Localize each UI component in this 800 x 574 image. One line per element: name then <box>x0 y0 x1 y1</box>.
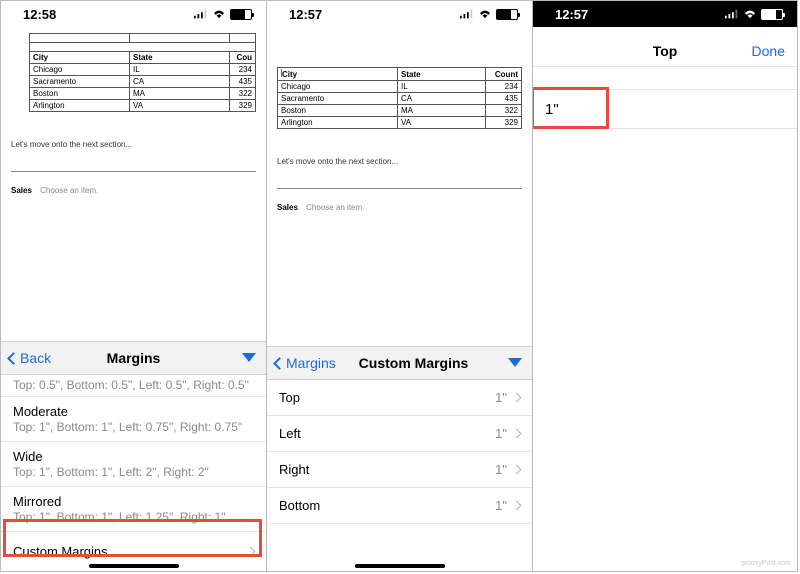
screenshot-3-top-value: 12:57 Top Done 1" groovyPost.com <box>533 1 797 571</box>
home-indicator[interactable] <box>89 564 179 568</box>
margin-left-row[interactable]: Left 1" <box>267 416 532 452</box>
chevron-right-icon <box>246 547 256 557</box>
preset-option-wide[interactable]: Wide Top: 1", Bottom: 1", Left: 2", Righ… <box>1 442 266 487</box>
divider <box>11 171 256 172</box>
preset-option-mirrored[interactable]: Mirrored Top: 1", Bottom: 1", Left: 1.25… <box>1 487 266 532</box>
sheet-header: Margins Custom Margins <box>267 346 532 380</box>
document-preview[interactable]: City State Count ChicagoIL234 Sacramento… <box>267 27 532 212</box>
document-preview[interactable]: City State Cou ChicagoIL234 SacramentoCA… <box>1 27 266 195</box>
chevron-down-icon <box>508 358 522 367</box>
custom-margins-sheet: Margins Custom Margins Top 1" Left 1" Ri… <box>267 346 532 571</box>
margin-top-row[interactable]: Top 1" <box>267 380 532 416</box>
status-bar: 12:58 <box>1 1 266 27</box>
chevron-left-icon <box>7 352 20 365</box>
preset-option-moderate[interactable]: Moderate Top: 1", Bottom: 1", Left: 0.75… <box>1 397 266 442</box>
col-state: State <box>130 52 230 64</box>
data-table: City State Count ChicagoIL234 Sacramento… <box>277 67 522 129</box>
sales-field[interactable]: Sales Choose an item. <box>277 203 522 212</box>
status-bar: 12:57 <box>533 1 797 27</box>
clock: 12:58 <box>23 7 56 22</box>
battery-icon <box>496 9 518 20</box>
col-city: City <box>30 52 130 64</box>
screenshot-1-margins-presets: 12:58 City State Cou ChicagoIL234 <box>1 1 267 571</box>
preset-option-partial[interactable]: Top: 0.5", Bottom: 0.5", Left: 0.5", Rig… <box>1 375 266 397</box>
home-indicator[interactable] <box>355 564 445 568</box>
margin-right-row[interactable]: Right 1" <box>267 452 532 488</box>
col-count: Cou <box>230 52 256 64</box>
section-text: Let's move onto the next section... <box>277 157 522 166</box>
margins-preset-sheet: Back Margins Top: 0.5", Bottom: 0.5", Le… <box>1 341 266 571</box>
collapse-button[interactable] <box>242 349 256 367</box>
chevron-right-icon <box>512 465 522 475</box>
battery-icon <box>761 9 783 20</box>
nav-bar: Top Done <box>533 35 797 67</box>
back-button[interactable]: Margins <box>267 355 344 371</box>
battery-icon <box>230 9 252 20</box>
sales-field[interactable]: Sales Choose an item. <box>11 186 256 195</box>
chevron-right-icon <box>512 429 522 439</box>
screenshot-2-custom-margins: 12:57 City State Count ChicagoIL234 Sacr… <box>267 1 533 571</box>
sheet-header: Back Margins <box>1 341 266 375</box>
collapse-button[interactable] <box>508 354 522 372</box>
input-value: 1" <box>545 101 559 118</box>
done-button[interactable]: Done <box>752 43 785 59</box>
margin-value-input[interactable]: 1" <box>533 89 797 129</box>
data-table: City State Cou ChicagoIL234 SacramentoCA… <box>29 33 256 112</box>
col-city: City <box>278 68 398 81</box>
chevron-left-icon <box>273 357 286 370</box>
watermark: groovyPost.com <box>741 560 791 567</box>
status-bar: 12:57 <box>267 1 532 27</box>
chevron-right-icon <box>512 393 522 403</box>
section-text: Let's move onto the next section... <box>11 140 256 149</box>
clock: 12:57 <box>289 7 322 22</box>
status-icons <box>194 9 252 20</box>
divider <box>277 188 522 189</box>
col-count: Count <box>486 68 522 81</box>
chevron-down-icon <box>242 353 256 362</box>
margin-bottom-row[interactable]: Bottom 1" <box>267 488 532 524</box>
col-state: State <box>398 68 486 81</box>
status-icons <box>725 9 783 20</box>
status-icons <box>460 9 518 20</box>
chevron-right-icon <box>512 501 522 511</box>
clock: 12:57 <box>555 7 588 22</box>
back-button[interactable]: Back <box>1 350 59 366</box>
